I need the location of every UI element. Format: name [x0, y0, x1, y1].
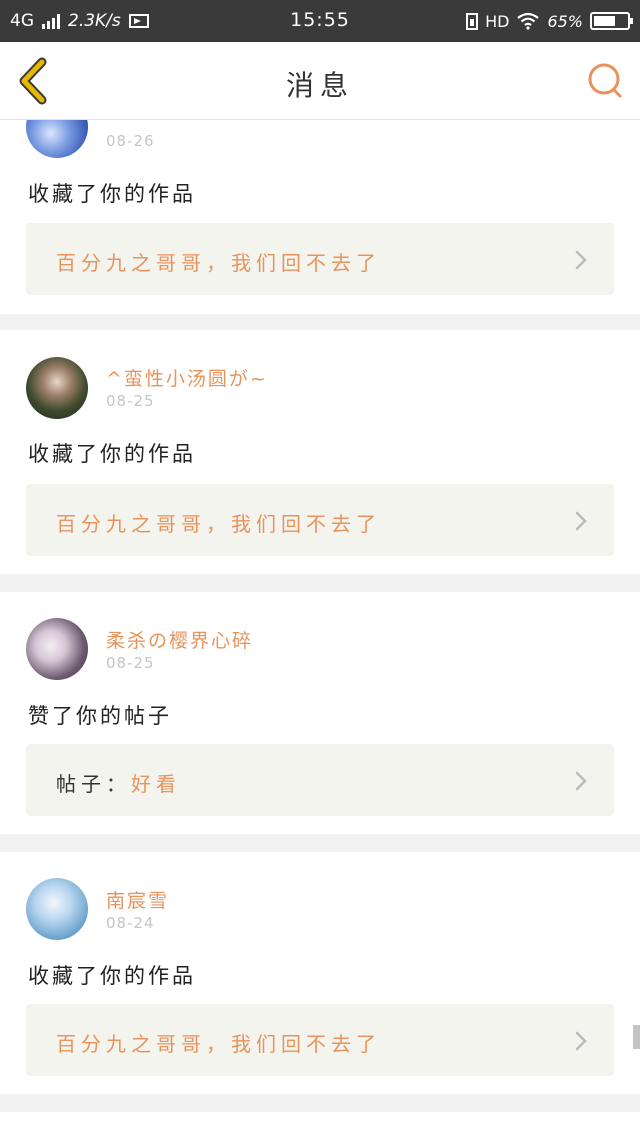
message-card: 南宸雪 08-24 收藏了你的作品 百分九之哥哥，我们回不去了 — [0, 852, 640, 1094]
avatar[interactable] — [26, 878, 88, 940]
work-title: 百分九之哥哥，我们回不去了 — [56, 251, 381, 275]
search-icon — [588, 63, 622, 98]
message-date: 08-26 — [106, 132, 155, 150]
chevron-right-icon — [575, 250, 587, 270]
chevron-right-icon — [575, 1031, 587, 1051]
battery-percent: 65% — [547, 11, 583, 31]
work-title: 百分九之哥哥，我们回不去了 — [56, 1032, 381, 1056]
work-title: 百分九之哥哥，我们回不去了 — [56, 512, 381, 536]
message-card: ^蛮性小汤圆が~ 08-25 收藏了你的作品 百分九之哥哥，我们回不去了 — [0, 330, 640, 574]
search-button[interactable] — [586, 60, 626, 100]
scrollbar[interactable] — [633, 1025, 640, 1049]
wifi-icon — [517, 12, 540, 30]
hd-label: HD — [485, 11, 510, 31]
battery-icon — [590, 12, 633, 30]
avatar[interactable] — [26, 618, 88, 680]
post-title: 帖子：好看 — [56, 772, 181, 796]
message-card: 柔杀の樱界心碎 08-25 赞了你的帖子 帖子：好看 — [0, 592, 640, 834]
username[interactable]: ^蛮性小汤圆が~ — [106, 364, 268, 391]
message-list[interactable]: 08-26 收藏了你的作品 百分九之哥哥，我们回不去了 ^蛮性小汤圆が~ 08-… — [0, 120, 640, 1138]
message-card — [0, 1112, 640, 1138]
username[interactable]: 南宸雪 — [106, 886, 169, 913]
username[interactable]: 柔杀の樱界心碎 — [106, 626, 253, 653]
avatar[interactable] — [26, 357, 88, 419]
avatar[interactable] — [26, 120, 88, 158]
work-link[interactable]: 百分九之哥哥，我们回不去了 — [26, 484, 614, 556]
message-action: 收藏了你的作品 — [28, 182, 196, 206]
work-link[interactable]: 百分九之哥哥，我们回不去了 — [26, 223, 614, 295]
message-date: 08-25 — [106, 392, 155, 410]
message-action: 赞了你的帖子 — [28, 704, 172, 728]
message-card: 08-26 收藏了你的作品 百分九之哥哥，我们回不去了 — [0, 120, 640, 314]
work-link[interactable]: 百分九之哥哥，我们回不去了 — [26, 1004, 614, 1076]
message-action: 收藏了你的作品 — [28, 964, 196, 988]
message-date: 08-24 — [106, 914, 155, 932]
page-title: 消息 — [285, 69, 354, 102]
app-header: 消息 — [0, 42, 640, 120]
message-action: 收藏了你的作品 — [28, 442, 196, 466]
charging-icon — [466, 12, 479, 30]
post-link[interactable]: 帖子：好看 — [26, 744, 614, 816]
status-bar: 4G 2.3K/s 15:55 HD 65% — [0, 0, 640, 42]
chevron-right-icon — [575, 771, 587, 791]
message-date: 08-25 — [106, 654, 155, 672]
chevron-right-icon — [575, 511, 587, 531]
